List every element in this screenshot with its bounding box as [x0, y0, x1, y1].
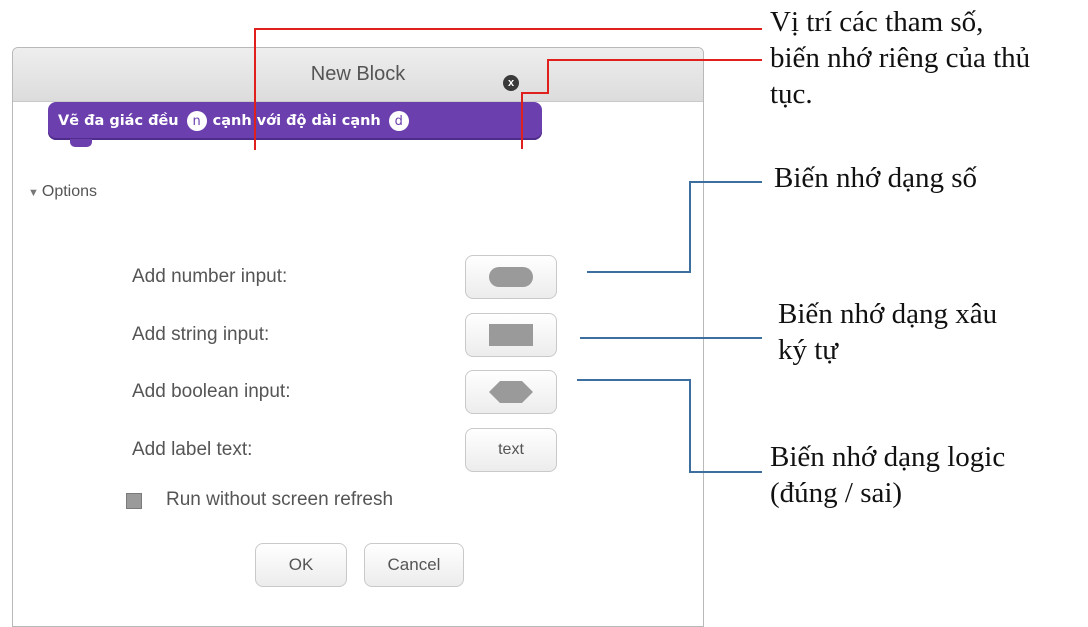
- annotation-params-line-2: biến nhớ riêng của thủ: [770, 42, 1031, 74]
- leader-line-boolean: [577, 379, 762, 473]
- annotation-params-line-3: tục.: [770, 78, 813, 110]
- annotation-string-line-1: Biến nhớ dạng xâu: [778, 298, 998, 330]
- annotation-params: Vị trí các tham số, biến nhớ riêng của t…: [770, 4, 1030, 112]
- annotation-boolean: Biến nhớ dạng logic (đúng / sai): [770, 439, 1005, 511]
- annotation-number: Biến nhớ dạng số: [774, 162, 978, 194]
- annotation-boolean-line-2: (đúng / sai): [770, 477, 903, 509]
- annotation-boolean-line-1: Biến nhớ dạng logic: [770, 441, 1006, 473]
- leader-line-param-n: [254, 28, 762, 150]
- annotation-params-line-1: Vị trí các tham số,: [770, 6, 984, 38]
- annotation-string: Biến nhớ dạng xâu ký tự: [778, 296, 997, 368]
- leader-line-param-d: [521, 59, 762, 149]
- leader-line-number: [587, 181, 762, 273]
- annotation-string-line-2: ký tự: [778, 334, 839, 366]
